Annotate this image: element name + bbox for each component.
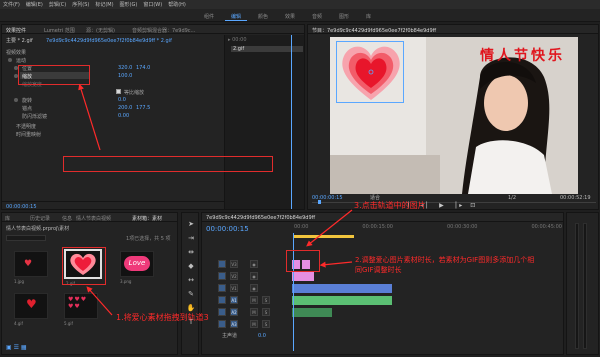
annotation-step2-line2: 同GIF调整时长 <box>355 266 402 274</box>
premiere-window: 文件(F) 编辑(E) 剪辑(C) 序列(S) 标记(M) 图形(G) 窗口(W… <box>0 0 600 357</box>
annotation-step1: 1.将爱心素材拖拽到轨道3 <box>116 313 209 322</box>
annotation-step2-line1: 2.调整爱心图片素材时长，若素材为GIF图则多添加几个相 <box>355 256 535 264</box>
annotation-step3: 3.点击轨道中的图片 <box>354 201 426 210</box>
annotation-arrows <box>78 83 353 316</box>
